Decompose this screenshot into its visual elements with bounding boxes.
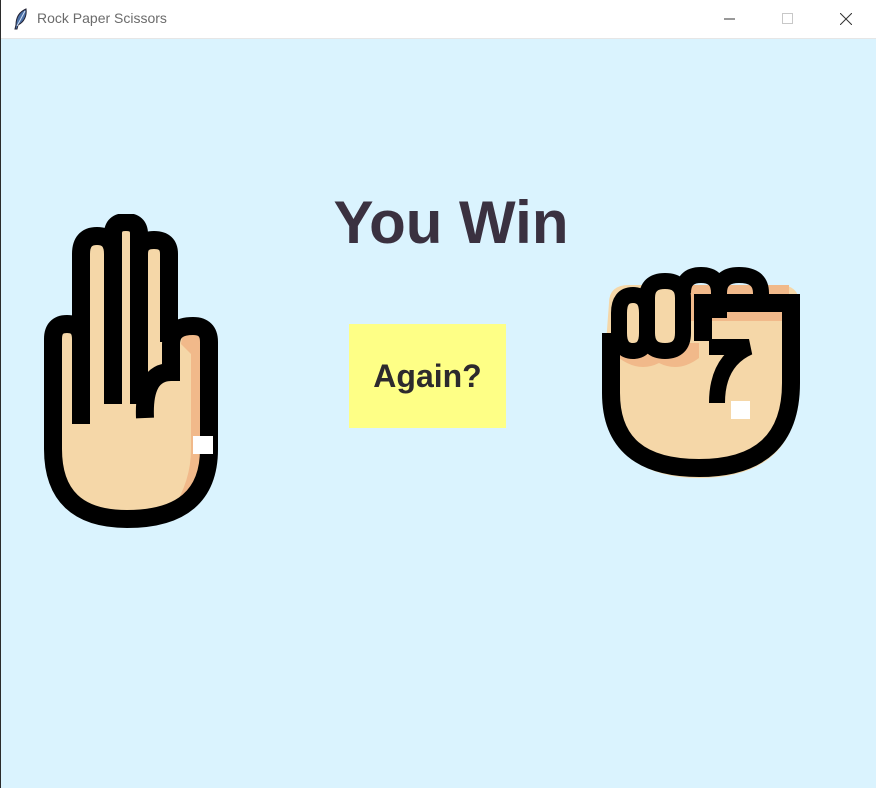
title-bar[interactable]: Rock Paper Scissors bbox=[1, 0, 876, 39]
window-title: Rock Paper Scissors bbox=[37, 10, 167, 26]
maximize-button[interactable] bbox=[759, 0, 817, 38]
app-window: Rock Paper Scissors bbox=[0, 0, 876, 788]
minimize-icon bbox=[724, 13, 736, 25]
feather-icon bbox=[13, 8, 29, 30]
fist-icon bbox=[599, 263, 803, 485]
game-area: You Win Again? bbox=[1, 39, 876, 788]
open-hand-icon bbox=[41, 214, 265, 536]
close-button[interactable] bbox=[817, 0, 875, 38]
minimize-button[interactable] bbox=[701, 0, 759, 38]
result-text: You Win bbox=[301, 193, 601, 253]
maximize-icon bbox=[782, 13, 794, 25]
again-button[interactable]: Again? bbox=[349, 324, 506, 428]
close-icon bbox=[840, 13, 852, 25]
